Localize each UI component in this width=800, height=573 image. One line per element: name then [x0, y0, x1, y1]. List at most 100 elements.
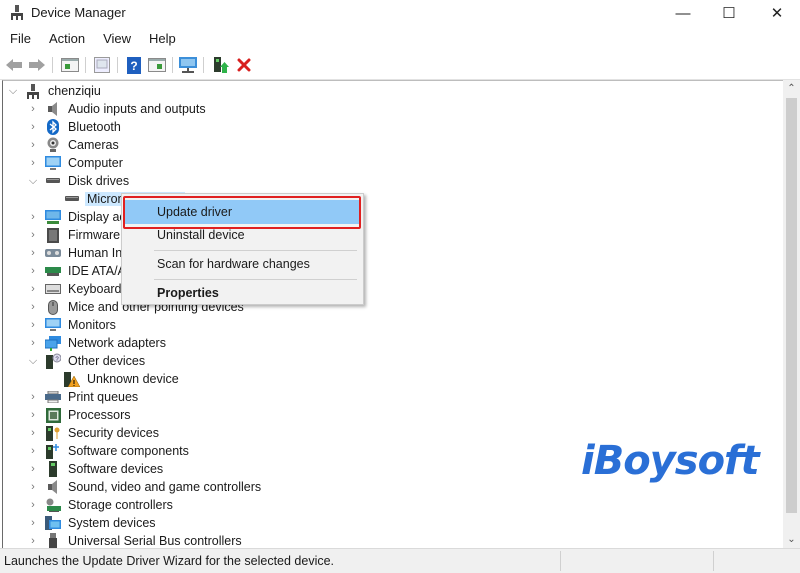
menu-help[interactable]: Help [139, 28, 184, 50]
tree-item-other-devices[interactable]: ⌵ ? Other devices [26, 352, 147, 370]
chevron-right-icon[interactable]: › [26, 154, 40, 172]
context-menu: Update driver Uninstall device Scan for … [121, 193, 364, 305]
show-hide-console-tree-button[interactable] [61, 56, 79, 74]
software-device-icon [45, 461, 61, 477]
tree-item-usb-controllers[interactable]: › Universal Serial Bus controllers [26, 532, 244, 548]
svg-text:?: ? [130, 59, 137, 73]
tree-item-system-devices[interactable]: › System devices [26, 514, 158, 532]
menu-file[interactable]: File [0, 28, 39, 50]
context-menu-properties[interactable]: Properties [124, 281, 361, 305]
forward-button[interactable] [28, 56, 46, 74]
tree-item-processors[interactable]: › Processors [26, 406, 133, 424]
back-button[interactable] [5, 56, 23, 74]
chevron-right-icon[interactable]: › [26, 262, 40, 280]
tree-item-label: Security devices [68, 426, 160, 440]
menu-action[interactable]: Action [39, 28, 93, 50]
display-adapter-icon [45, 209, 61, 225]
chevron-right-icon[interactable]: › [26, 136, 40, 154]
status-pane-divider [713, 551, 714, 571]
chevron-right-icon[interactable]: › [26, 280, 40, 298]
tree-item-storage-controllers[interactable]: › Storage controllers [26, 496, 175, 514]
context-menu-update-driver[interactable]: Update driver [124, 200, 361, 224]
chevron-right-icon[interactable]: › [26, 460, 40, 478]
properties-icon [94, 57, 110, 73]
close-icon: ✕ [770, 5, 784, 22]
tree-item-keyboards[interactable]: › Keyboards [26, 280, 130, 298]
chevron-right-icon[interactable]: › [26, 334, 40, 352]
chevron-right-icon[interactable]: › [26, 316, 40, 334]
chevron-down-icon[interactable]: ⌵ [26, 352, 40, 370]
tree-item-network-adapters[interactable]: › Network adapters [26, 334, 168, 352]
uninstall-device-button[interactable] [235, 56, 253, 74]
hid-icon [45, 245, 61, 261]
chevron-right-icon[interactable]: › [26, 532, 40, 548]
close-button[interactable]: ✕ [754, 0, 800, 26]
update-driver-button[interactable] [212, 56, 230, 74]
storage-controller-icon [45, 497, 61, 513]
chevron-right-icon[interactable]: › [26, 424, 40, 442]
chevron-right-icon[interactable]: › [26, 118, 40, 136]
bluetooth-icon [45, 119, 61, 135]
scroll-down-button[interactable]: ⌄ [783, 531, 800, 548]
title-bar: Device Manager — ☐ ✕ [0, 0, 800, 26]
chevron-down-icon[interactable]: ⌵ [26, 172, 40, 190]
chevron-right-icon[interactable]: › [26, 388, 40, 406]
scrollbar-thumb[interactable] [786, 98, 797, 513]
chevron-right-icon[interactable]: › [26, 226, 40, 244]
unknown-device-warning-icon [64, 371, 80, 387]
security-device-icon [45, 425, 61, 441]
tree-item-bluetooth[interactable]: › Bluetooth [26, 118, 123, 136]
iboysoft-watermark: iBoysoft [581, 438, 760, 484]
tree-item-label: Cameras [68, 138, 119, 152]
tree-item-human-interface[interactable]: › Human In [26, 244, 124, 262]
context-menu-scan-hardware[interactable]: Scan for hardware changes [124, 252, 361, 276]
chevron-right-icon[interactable]: › [26, 406, 40, 424]
tree-item-software-devices[interactable]: › Software devices [26, 460, 165, 478]
help-icon: ? [127, 56, 141, 74]
tree-item-display-adapters[interactable]: › Display ad [26, 208, 128, 226]
uninstall-device-icon [237, 58, 251, 72]
usb-icon [45, 533, 61, 548]
chevron-right-icon[interactable]: › [26, 298, 40, 316]
tree-root-computer[interactable]: ⌵ chenziqiu [6, 82, 103, 100]
mouse-icon [45, 299, 61, 315]
scan-hardware-button[interactable] [179, 56, 197, 74]
properties-button[interactable] [93, 56, 111, 74]
vertical-scrollbar[interactable]: ⌃ ⌄ [783, 80, 800, 548]
tree-item-security-devices[interactable]: › Security devices [26, 424, 161, 442]
tree-item-monitors[interactable]: › Monitors [26, 316, 118, 334]
speaker-icon [45, 479, 61, 495]
tree-item-print-queues[interactable]: › Print queues [26, 388, 140, 406]
tree-item-unknown-device[interactable]: Unknown device [59, 370, 181, 388]
minimize-button[interactable]: — [660, 0, 706, 26]
menu-bar: File Action View Help [0, 28, 800, 50]
maximize-button[interactable]: ☐ [706, 0, 752, 26]
tree-item-computer[interactable]: › Computer [26, 154, 125, 172]
tree-item-sound-video-game[interactable]: › Sound, video and game controllers [26, 478, 263, 496]
chevron-right-icon[interactable]: › [26, 496, 40, 514]
scroll-up-button[interactable]: ⌃ [783, 80, 800, 97]
tree-item-label: Other devices [68, 354, 146, 368]
toolbar-separator [52, 57, 53, 73]
tree-item-label: Disk drives [68, 174, 130, 188]
show-hide-action-pane-button[interactable] [148, 56, 166, 74]
tree-item-cameras[interactable]: › Cameras [26, 136, 121, 154]
tree-item-audio-inputs[interactable]: › Audio inputs and outputs [26, 100, 208, 118]
tree-item-firmware[interactable]: › Firmware [26, 226, 122, 244]
back-arrow-icon [6, 59, 22, 71]
tree-item-label: Display ad [68, 210, 127, 224]
menu-view[interactable]: View [93, 28, 139, 50]
chevron-down-icon[interactable]: ⌵ [6, 82, 20, 100]
context-menu-uninstall-device[interactable]: Uninstall device [124, 223, 361, 247]
chevron-right-icon[interactable]: › [26, 244, 40, 262]
tree-item-disk-drives[interactable]: ⌵ Disk drives [26, 172, 131, 190]
tree-item-software-components[interactable]: › Software components [26, 442, 191, 460]
chevron-right-icon[interactable]: › [26, 514, 40, 532]
help-button[interactable]: ? [125, 56, 143, 74]
tree-item-label: Software components [68, 444, 189, 458]
chevron-right-icon[interactable]: › [26, 208, 40, 226]
chevron-right-icon[interactable]: › [26, 478, 40, 496]
chevron-right-icon[interactable]: › [26, 100, 40, 118]
chevron-right-icon[interactable]: › [26, 442, 40, 460]
tree-item-ide-ata[interactable]: › IDE ATA/A [26, 262, 128, 280]
